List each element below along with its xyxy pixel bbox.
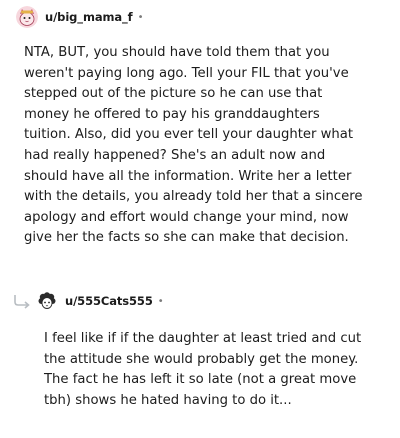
username[interactable]: u/big_mama_f: [45, 10, 133, 24]
separator-dot: •: [157, 295, 164, 307]
comment-reply: u/555Cats555 • I feel like if if the dau…: [0, 284, 400, 411]
avatar-sheep-icon[interactable]: [36, 290, 58, 312]
separator-dot: •: [137, 11, 144, 23]
comment-header: u/555Cats555 •: [0, 284, 400, 318]
username[interactable]: u/555Cats555: [65, 294, 153, 308]
avatar-cat-icon[interactable]: [16, 6, 38, 28]
comment: u/big_mama_f • NTA, BUT, you should have…: [0, 0, 400, 249]
reply-arrow-icon: [12, 293, 32, 309]
comment-body: NTA, BUT, you should have told them that…: [24, 45, 363, 246]
comment-header: u/big_mama_f •: [0, 0, 400, 34]
comment-body: I feel like if if the daughter at least …: [44, 331, 362, 408]
